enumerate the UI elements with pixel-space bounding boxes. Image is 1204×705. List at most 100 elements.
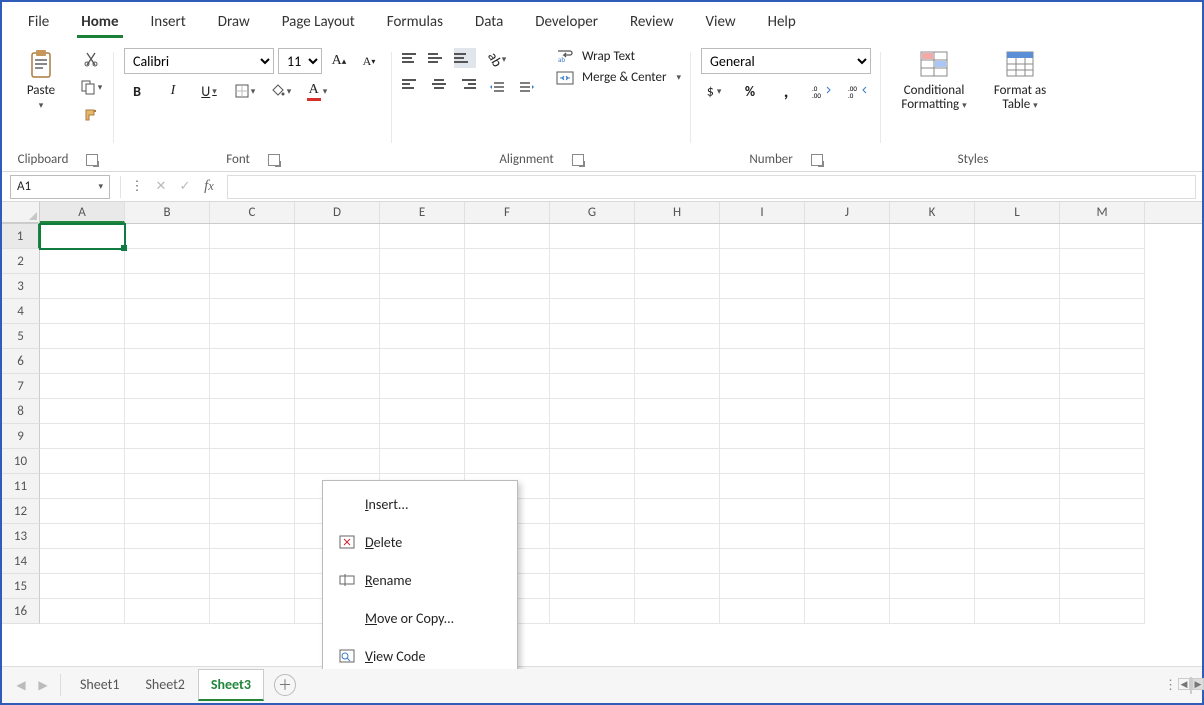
row-header[interactable]: 13 bbox=[2, 524, 40, 549]
cell[interactable] bbox=[295, 449, 380, 474]
cell[interactable] bbox=[210, 374, 295, 399]
cell[interactable] bbox=[40, 599, 125, 624]
cell[interactable] bbox=[40, 274, 125, 299]
decrease-font-button[interactable]: A▾ bbox=[356, 50, 382, 72]
cell[interactable] bbox=[125, 599, 210, 624]
cell[interactable] bbox=[295, 374, 380, 399]
cell[interactable] bbox=[890, 574, 975, 599]
cell[interactable] bbox=[1060, 299, 1145, 324]
paste-button[interactable]: Paste▾ bbox=[12, 48, 70, 113]
comma-button[interactable]: , bbox=[773, 80, 799, 102]
cell[interactable] bbox=[1060, 224, 1145, 249]
cell[interactable] bbox=[975, 374, 1060, 399]
row-header[interactable]: 16 bbox=[2, 599, 40, 624]
cell[interactable] bbox=[890, 549, 975, 574]
cell[interactable] bbox=[125, 249, 210, 274]
cell[interactable] bbox=[975, 249, 1060, 274]
row-header[interactable]: 5 bbox=[2, 324, 40, 349]
tab-view[interactable]: View bbox=[690, 8, 752, 37]
sheet-tab[interactable]: Sheet3 bbox=[198, 669, 264, 701]
cell[interactable] bbox=[975, 599, 1060, 624]
cell[interactable] bbox=[805, 224, 890, 249]
column-header[interactable]: G bbox=[550, 202, 635, 223]
tab-developer[interactable]: Developer bbox=[519, 8, 614, 37]
cell[interactable] bbox=[890, 274, 975, 299]
cell[interactable] bbox=[720, 574, 805, 599]
dialog-launcher-icon[interactable] bbox=[86, 154, 98, 166]
dialog-launcher-icon[interactable] bbox=[811, 154, 823, 166]
increase-decimal-button[interactable]: .0.00 bbox=[809, 80, 835, 102]
cell[interactable] bbox=[1060, 599, 1145, 624]
merge-center-button[interactable]: Merge & Center ▾ bbox=[556, 70, 681, 85]
cell[interactable] bbox=[890, 299, 975, 324]
column-header[interactable]: E bbox=[380, 202, 465, 223]
tab-review[interactable]: Review bbox=[614, 8, 690, 37]
cell[interactable] bbox=[550, 574, 635, 599]
cell[interactable] bbox=[295, 224, 380, 249]
cell[interactable] bbox=[720, 299, 805, 324]
cell[interactable] bbox=[210, 524, 295, 549]
cell[interactable] bbox=[550, 474, 635, 499]
cell[interactable] bbox=[635, 549, 720, 574]
dialog-launcher-icon[interactable] bbox=[268, 154, 280, 166]
font-size-select[interactable]: 11 bbox=[278, 48, 322, 74]
cell[interactable] bbox=[635, 449, 720, 474]
cell[interactable] bbox=[720, 499, 805, 524]
cell[interactable] bbox=[40, 449, 125, 474]
font-color-button[interactable]: A▾ bbox=[304, 80, 330, 102]
column-header[interactable]: C bbox=[210, 202, 295, 223]
column-header[interactable]: I bbox=[720, 202, 805, 223]
cell[interactable] bbox=[805, 249, 890, 274]
cell[interactable] bbox=[465, 424, 550, 449]
tab-file[interactable]: File bbox=[12, 8, 65, 37]
cell[interactable] bbox=[805, 324, 890, 349]
row-header[interactable]: 15 bbox=[2, 574, 40, 599]
cell[interactable] bbox=[1060, 499, 1145, 524]
tab-formulas[interactable]: Formulas bbox=[371, 8, 459, 37]
copy-button[interactable]: ▾ bbox=[78, 76, 104, 98]
cell[interactable] bbox=[40, 424, 125, 449]
cell[interactable] bbox=[125, 224, 210, 249]
cell[interactable] bbox=[890, 399, 975, 424]
column-header[interactable]: M bbox=[1060, 202, 1145, 223]
cell[interactable] bbox=[635, 499, 720, 524]
cell[interactable] bbox=[975, 474, 1060, 499]
cell[interactable] bbox=[890, 424, 975, 449]
decrease-decimal-button[interactable]: .00.0 bbox=[845, 80, 871, 102]
cell[interactable] bbox=[975, 299, 1060, 324]
cell[interactable] bbox=[210, 499, 295, 524]
cell[interactable] bbox=[125, 399, 210, 424]
cell[interactable] bbox=[40, 549, 125, 574]
cell[interactable] bbox=[40, 524, 125, 549]
cell[interactable] bbox=[40, 399, 125, 424]
ctx-view-code[interactable]: View Code bbox=[323, 637, 517, 669]
cell[interactable] bbox=[295, 299, 380, 324]
font-name-select[interactable]: Calibri bbox=[124, 48, 274, 74]
cell[interactable] bbox=[720, 249, 805, 274]
cancel-formula-button[interactable]: ✕ bbox=[149, 175, 173, 199]
row-header[interactable]: 2 bbox=[2, 249, 40, 274]
tab-data[interactable]: Data bbox=[459, 8, 519, 37]
cell[interactable] bbox=[380, 249, 465, 274]
column-header[interactable]: H bbox=[635, 202, 720, 223]
ctx-delete[interactable]: Delete bbox=[323, 523, 517, 561]
cell[interactable] bbox=[975, 274, 1060, 299]
row-header[interactable]: 10 bbox=[2, 449, 40, 474]
cell[interactable] bbox=[635, 374, 720, 399]
cell[interactable] bbox=[210, 574, 295, 599]
bold-button[interactable]: B bbox=[124, 80, 150, 102]
sheet-nav-next[interactable]: ▶ bbox=[32, 674, 54, 696]
cell[interactable] bbox=[720, 449, 805, 474]
cell[interactable] bbox=[635, 224, 720, 249]
cell[interactable] bbox=[720, 324, 805, 349]
cell[interactable] bbox=[550, 424, 635, 449]
cell[interactable] bbox=[380, 274, 465, 299]
cell[interactable] bbox=[975, 499, 1060, 524]
cell[interactable] bbox=[465, 249, 550, 274]
cell[interactable] bbox=[550, 549, 635, 574]
cell[interactable] bbox=[1060, 424, 1145, 449]
tab-draw[interactable]: Draw bbox=[202, 8, 266, 37]
cell[interactable] bbox=[125, 324, 210, 349]
cell[interactable] bbox=[295, 274, 380, 299]
cell[interactable] bbox=[40, 299, 125, 324]
